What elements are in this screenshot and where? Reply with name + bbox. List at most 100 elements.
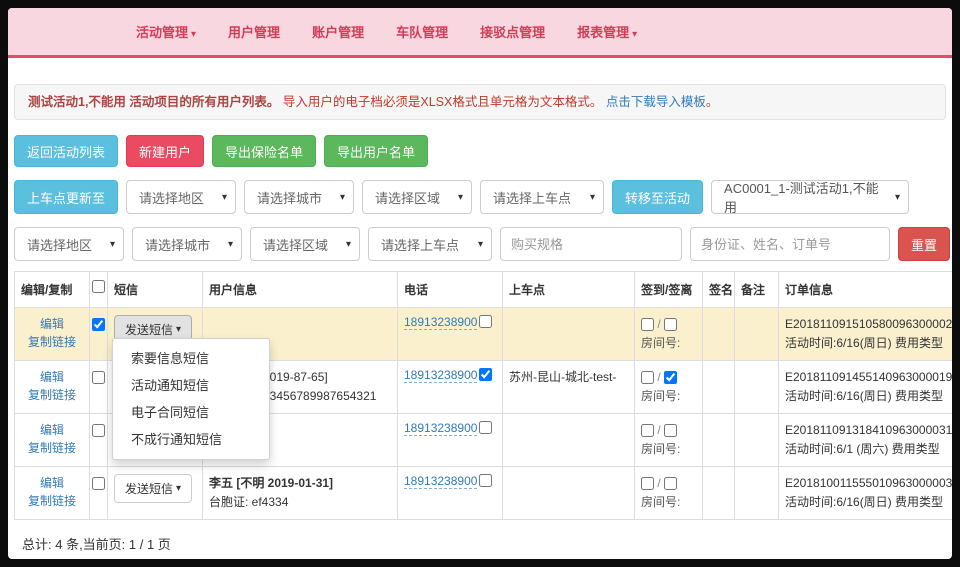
header-note: 备注 [735, 272, 779, 308]
room-number-label: 房间号: [641, 440, 696, 459]
edit-link[interactable]: 编辑 [21, 421, 83, 439]
phone-checkbox[interactable] [479, 474, 492, 487]
alert-suffix: 。 [706, 95, 719, 109]
room-number-label: 房间号: [641, 387, 696, 406]
header-pickup: 上车点 [503, 272, 635, 308]
pickup-value: 苏州-昆山-城北-test- [509, 370, 616, 384]
alert-title: 测试活动1,不能用 活动项目的所有用户列表。 [28, 95, 279, 109]
nav-account-management[interactable]: 账户管理 [312, 22, 364, 41]
copy-link[interactable]: 复制链接 [21, 439, 83, 457]
menu-item-e-contract-sms[interactable]: 电子合同短信 [113, 399, 269, 426]
menu-item-cancel-notice-sms[interactable]: 不成行通知短信 [113, 426, 269, 453]
page: 活动管理▾ 用户管理 账户管理 车队管理 接驳点管理 报表管理▾ 测试活动1,不… [8, 8, 952, 559]
nav-fleet-management[interactable]: 车队管理 [396, 22, 448, 41]
chevron-down-icon: ▾ [632, 29, 637, 40]
order-number: E201811091318410963000031 [785, 421, 952, 440]
filter-row-1: 上车点更新至 请选择地区▾ 请选择城市▾ 请选择区域▾ 请选择上车点▾ 转移至活… [14, 180, 946, 214]
copy-link[interactable]: 复制链接 [21, 492, 83, 510]
order-info: 活动时间:6/16(周日) 费用类型 [785, 387, 952, 406]
city-select[interactable]: 请选择城市▾ [244, 180, 354, 214]
row-checkbox[interactable] [92, 477, 105, 490]
phone-link[interactable]: 18913238900 [404, 474, 477, 489]
row-checkbox[interactable] [92, 424, 105, 437]
chevron-down-icon: ▾ [110, 239, 115, 250]
checkout-checkbox[interactable] [664, 424, 677, 437]
filter-row-2: 请选择地区▾ 请选择城市▾ 请选择区域▾ 请选择上车点▾ 重置 过滤 [14, 227, 946, 261]
chevron-down-icon: ▾ [458, 192, 463, 203]
edit-link[interactable]: 编辑 [21, 368, 83, 386]
sms-dropdown-menu: 索要信息短信 活动通知短信 电子合同短信 不成行通知短信 [112, 338, 270, 460]
checkout-checkbox[interactable] [664, 318, 677, 331]
checkin-checkbox[interactable] [641, 424, 654, 437]
nav-activity-management[interactable]: 活动管理▾ [136, 22, 196, 41]
nav-shuttle-point-management[interactable]: 接驳点管理 [480, 22, 545, 41]
checkout-checkbox[interactable] [664, 477, 677, 490]
copy-link[interactable]: 复制链接 [21, 386, 83, 404]
nav-user-management[interactable]: 用户管理 [228, 22, 280, 41]
row-checkbox[interactable] [92, 371, 105, 384]
nav-report-management[interactable]: 报表管理▾ [577, 22, 637, 41]
checkin-checkbox[interactable] [641, 477, 654, 490]
purchase-spec-input[interactable] [500, 227, 682, 261]
room-number-label: 房间号: [641, 493, 696, 512]
header-phone: 电话 [398, 272, 503, 308]
select-all-checkbox[interactable] [92, 280, 105, 293]
pickup-select[interactable]: 请选择上车点▾ [480, 180, 604, 214]
table-row: 编辑复制链接 发送短信▾ 李五 [不明 2019-01-31]台胞证: ef43… [15, 467, 953, 520]
menu-item-request-info-sms[interactable]: 索要信息短信 [113, 345, 269, 372]
region-select[interactable]: 请选择区域▾ [362, 180, 472, 214]
chevron-down-icon: ▾ [228, 239, 233, 250]
export-insurance-list-button[interactable]: 导出保险名单 [212, 135, 316, 167]
phone-link[interactable]: 18913238900 [404, 368, 477, 383]
header-edit-copy: 编辑/复制 [15, 272, 90, 308]
chevron-down-icon: ▾ [176, 324, 181, 335]
header-sms: 短信 [108, 272, 203, 308]
menu-item-activity-notice-sms[interactable]: 活动通知短信 [113, 372, 269, 399]
checkout-checkbox[interactable] [664, 371, 677, 384]
header-order-info: 订单信息 [779, 272, 953, 308]
action-bar: 返回活动列表 新建用户 导出保险名单 导出用户名单 [14, 135, 946, 167]
row-checkbox[interactable] [92, 318, 105, 331]
chevron-down-icon: ▾ [340, 192, 345, 203]
edit-link[interactable]: 编辑 [21, 315, 83, 333]
update-pickup-button[interactable]: 上车点更新至 [14, 180, 118, 214]
send-sms-button[interactable]: 发送短信▾ [114, 474, 192, 503]
search-input[interactable] [690, 227, 890, 261]
download-template-link[interactable]: 点击下载导入模板 [606, 95, 706, 109]
checkin-checkbox[interactable] [641, 371, 654, 384]
edit-link[interactable]: 编辑 [21, 474, 83, 492]
area-select-2[interactable]: 请选择地区▾ [14, 227, 124, 261]
order-info: 活动时间:6/16(周日) 费用类型 [785, 334, 952, 353]
phone-checkbox[interactable] [479, 368, 492, 381]
back-to-activity-list-button[interactable]: 返回活动列表 [14, 135, 118, 167]
alert-banner: 测试活动1,不能用 活动项目的所有用户列表。 导入用户的电子档必须是XLSX格式… [14, 84, 946, 120]
region-select-2[interactable]: 请选择区域▾ [250, 227, 360, 261]
chevron-down-icon: ▾ [222, 192, 227, 203]
checkin-checkbox[interactable] [641, 318, 654, 331]
order-number: E201810011555010963000003 [785, 474, 952, 493]
new-user-button[interactable]: 新建用户 [126, 135, 204, 167]
phone-checkbox[interactable] [479, 315, 492, 328]
chevron-down-icon: ▾ [478, 239, 483, 250]
alert-message: 导入用户的电子档必须是XLSX格式且单元格为文本格式。 [283, 95, 602, 109]
phone-link[interactable]: 18913238900 [404, 421, 477, 436]
order-info: 活动时间:6/16(周日) 费用类型 [785, 493, 952, 512]
user-info: 李五 [不明 2019-01-31] [209, 474, 391, 493]
header-user-info: 用户信息 [203, 272, 398, 308]
phone-link[interactable]: 18913238900 [404, 315, 477, 330]
phone-checkbox[interactable] [479, 421, 492, 434]
header-checkin: 签到/签离 [635, 272, 703, 308]
area-select[interactable]: 请选择地区▾ [126, 180, 236, 214]
header-sign: 签名 [703, 272, 735, 308]
export-user-list-button[interactable]: 导出用户名单 [324, 135, 428, 167]
table-header-row: 编辑/复制 短信 用户信息 电话 上车点 签到/签离 签名 备注 订单信息 [15, 272, 953, 308]
copy-link[interactable]: 复制链接 [21, 333, 83, 351]
activity-select[interactable]: AC0001_1-测试活动1,不能用▾ [711, 180, 909, 214]
transfer-to-activity-button[interactable]: 转移至活动 [612, 180, 703, 214]
app-frame: 活动管理▾ 用户管理 账户管理 车队管理 接驳点管理 报表管理▾ 测试活动1,不… [0, 0, 960, 567]
chevron-down-icon: ▾ [590, 192, 595, 203]
pickup-select-2[interactable]: 请选择上车点▾ [368, 227, 492, 261]
reset-button[interactable]: 重置 [898, 227, 950, 261]
city-select-2[interactable]: 请选择城市▾ [132, 227, 242, 261]
room-number-label: 房间号: [641, 334, 696, 353]
